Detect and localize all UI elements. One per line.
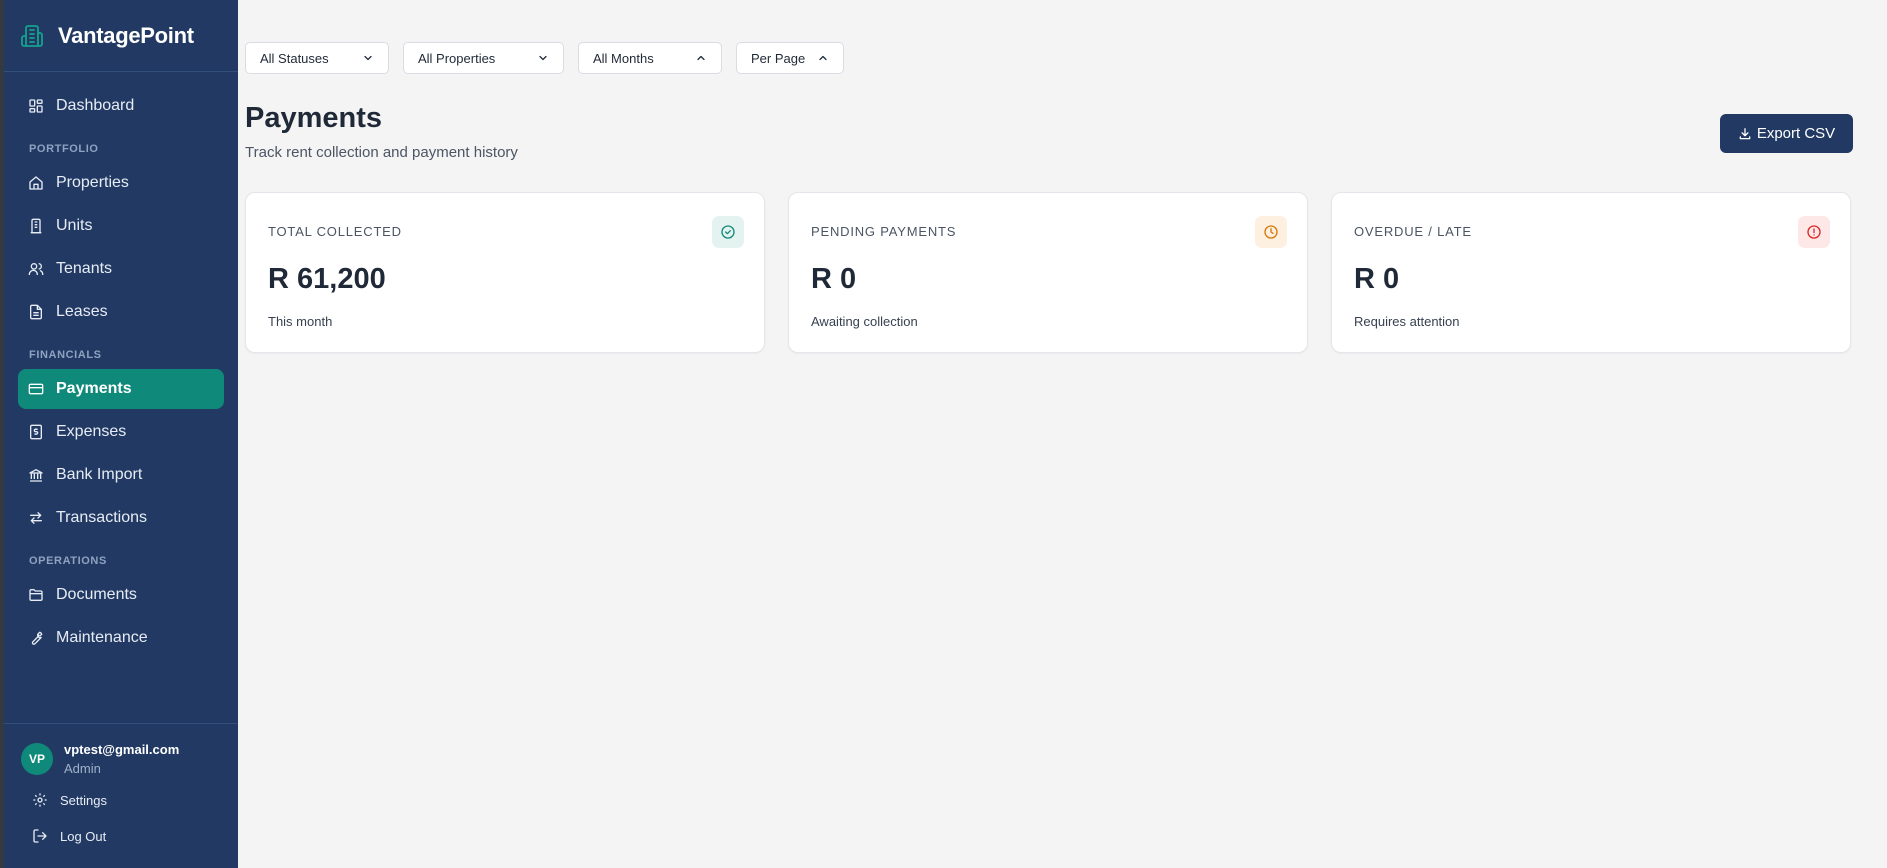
month-filter[interactable]: All Months	[578, 42, 722, 74]
sidebar-item-tenants[interactable]: Tenants	[18, 249, 224, 289]
alert-circle-icon	[1798, 216, 1830, 248]
card-note: Awaiting collection	[811, 314, 918, 329]
card-value: R 0	[811, 263, 857, 295]
logout-label: Log Out	[60, 828, 107, 844]
credit-card-icon	[28, 383, 44, 395]
sidebar-item-label: Bank Import	[56, 466, 143, 483]
sidebar-item-label: Expenses	[56, 423, 127, 440]
sidebar-item-payments[interactable]: Payments	[18, 369, 224, 409]
per-page-select[interactable]: Per Page	[736, 42, 844, 74]
card-value: R 61,200	[268, 263, 386, 295]
sidebar-item-label: Units	[56, 217, 93, 234]
card-value: R 0	[1354, 263, 1400, 295]
sidebar-item-bank-import[interactable]: Bank Import	[18, 455, 224, 495]
section-label-financials: FINANCIALS	[29, 349, 102, 361]
card-label: TOTAL COLLECTED	[268, 224, 402, 239]
sidebar-item-label: Payments	[56, 380, 132, 397]
sidebar-item-label: Documents	[56, 586, 137, 603]
pending-payments-card: PENDING PAYMENTS R 0 Awaiting collection	[788, 192, 1308, 353]
sidebar-item-properties[interactable]: Properties	[18, 163, 224, 203]
sidebar-item-documents[interactable]: Documents	[18, 575, 224, 615]
chevron-up-icon	[819, 55, 827, 61]
month-filter-value: All Months	[593, 50, 654, 66]
sidebar-nav: Dashboard PORTFOLIO Properties Units Ten…	[4, 72, 238, 658]
brand-name: VantagePoint	[58, 22, 194, 48]
sidebar-item-expenses[interactable]: Expenses	[18, 412, 224, 452]
sidebar: VantagePoint Dashboard PORTFOLIO Propert…	[0, 0, 238, 868]
wrench-icon	[31, 631, 43, 645]
users-icon	[28, 263, 44, 275]
per-page-value: Per Page	[751, 50, 806, 66]
sidebar-item-label: Maintenance	[56, 629, 148, 646]
export-csv-button[interactable]: Export CSV	[1720, 114, 1853, 153]
check-circle-icon	[712, 216, 744, 248]
brand[interactable]: VantagePoint	[4, 0, 238, 72]
gear-icon	[33, 793, 47, 807]
chevron-down-icon	[364, 55, 372, 61]
card-label: OVERDUE / LATE	[1354, 224, 1472, 239]
export-csv-label: Export CSV	[1756, 125, 1836, 142]
logout-icon	[33, 829, 47, 843]
status-filter[interactable]: All Statuses	[245, 42, 389, 74]
chevron-up-icon	[697, 55, 705, 61]
user-panel: VP vptest@gmail.com Admin Settings Log O…	[4, 723, 238, 868]
overdue-late-card: OVERDUE / LATE R 0 Requires attention	[1331, 192, 1851, 353]
user-profile[interactable]: VP vptest@gmail.com Admin	[4, 742, 238, 776]
sidebar-item-dashboard[interactable]: Dashboard	[18, 86, 224, 126]
total-collected-card: TOTAL COLLECTED R 61,200 This month	[245, 192, 765, 353]
avatar: VP	[21, 743, 53, 775]
clock-icon	[1255, 216, 1287, 248]
settings-link[interactable]: Settings	[4, 782, 238, 818]
sidebar-item-maintenance[interactable]: Maintenance	[18, 618, 224, 658]
sidebar-item-label: Transactions	[56, 509, 147, 526]
user-role: Admin	[64, 761, 101, 776]
filter-bar: All Statuses All Properties All Months P…	[245, 42, 858, 74]
status-filter-value: All Statuses	[260, 50, 329, 66]
dashboard-icon	[29, 99, 43, 113]
receipt-icon	[30, 424, 42, 440]
arrows-icon	[30, 511, 42, 524]
download-icon	[1739, 127, 1751, 139]
sidebar-item-transactions[interactable]: Transactions	[18, 498, 224, 538]
sidebar-item-label: Properties	[56, 174, 129, 191]
property-filter[interactable]: All Properties	[403, 42, 564, 74]
sidebar-item-label: Leases	[56, 303, 108, 320]
home-icon	[29, 176, 43, 190]
logout-link[interactable]: Log Out	[4, 818, 238, 854]
sidebar-item-label: Tenants	[56, 260, 113, 277]
settings-label: Settings	[60, 792, 107, 808]
building-icon	[30, 218, 42, 234]
chevron-down-icon	[539, 55, 547, 61]
card-label: PENDING PAYMENTS	[811, 224, 957, 239]
sidebar-item-label: Dashboard	[56, 97, 135, 114]
file-icon	[30, 304, 42, 320]
card-note: Requires attention	[1354, 314, 1460, 329]
property-filter-value: All Properties	[418, 50, 496, 66]
building-icon	[21, 24, 43, 47]
page-subtitle: Track rent collection and payment histor…	[245, 144, 518, 161]
section-label-operations: OPERATIONS	[29, 555, 107, 567]
sidebar-item-leases[interactable]: Leases	[18, 292, 224, 332]
page-title: Payments	[245, 102, 383, 134]
card-note: This month	[268, 314, 333, 329]
main-content: All Statuses All Properties All Months P…	[238, 0, 1887, 868]
sidebar-item-units[interactable]: Units	[18, 206, 224, 246]
summary-cards: TOTAL COLLECTED R 61,200 This month PEND…	[245, 192, 1874, 353]
folder-icon	[29, 589, 43, 601]
user-email: vptest@gmail.com	[64, 742, 180, 757]
bank-icon	[29, 469, 43, 482]
section-label-portfolio: PORTFOLIO	[29, 143, 99, 155]
